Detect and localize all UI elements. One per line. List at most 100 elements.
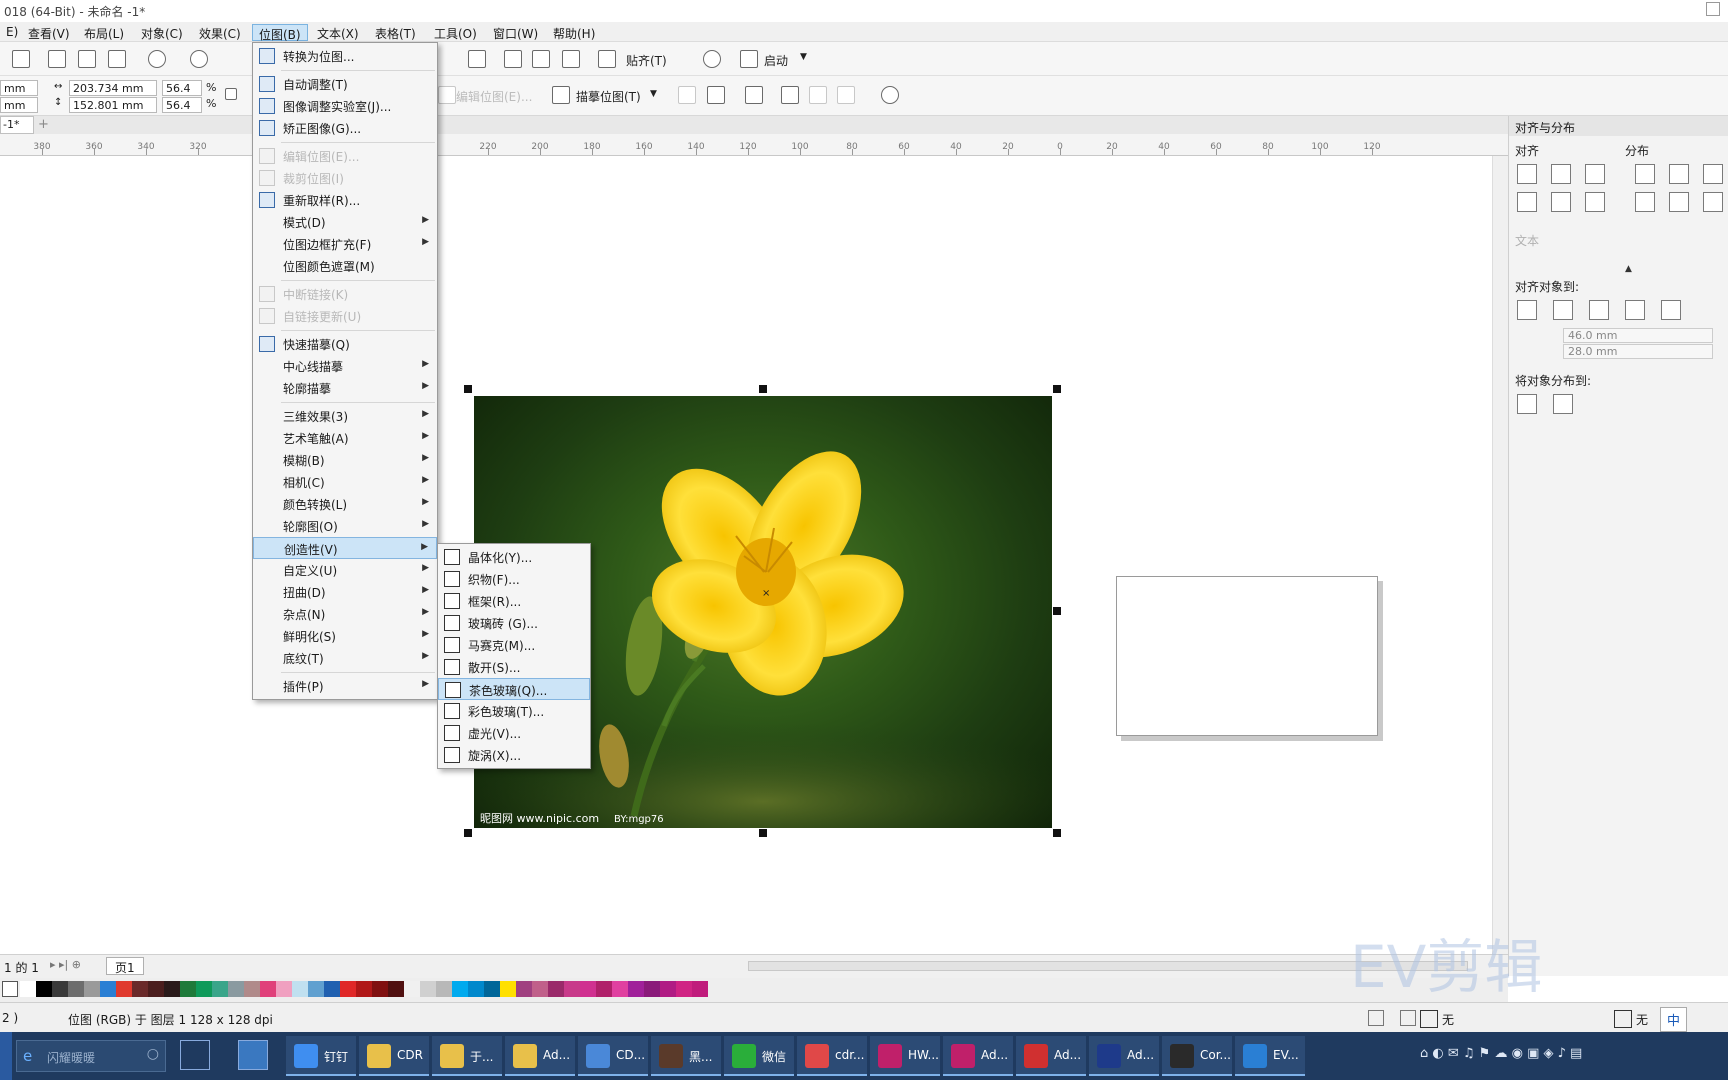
color-swatch[interactable] [116,981,132,997]
menu-2[interactable]: 布局(L) [78,24,130,41]
creative-menu-item[interactable]: 散开(S)... [438,656,590,678]
creative-menu-item[interactable]: 茶色玻璃(Q)... [438,678,590,700]
color-swatch[interactable] [404,981,420,997]
copy-icon[interactable] [78,50,96,68]
vertical-scrollbar[interactable] [1492,156,1508,954]
resize-handle-tl[interactable] [464,385,472,393]
color-swatch[interactable] [244,981,260,997]
undo-icon[interactable] [148,50,166,68]
color-swatch[interactable] [452,981,468,997]
guidelines-icon[interactable] [562,50,580,68]
taskbar-app[interactable]: 黑... [651,1036,721,1076]
color-swatch[interactable] [84,981,100,997]
lock-ratio-icon[interactable] [225,88,237,100]
trace-chevron-icon[interactable]: ▼ [650,89,657,99]
start-button[interactable] [0,1032,12,1080]
color-swatch[interactable] [644,981,660,997]
creative-menu-item[interactable]: 框架(R)... [438,590,590,612]
color-swatch[interactable] [164,981,180,997]
resize-handle-br[interactable] [1053,829,1061,837]
bitmaps-menu-item[interactable]: 自动调整(T) [253,73,437,95]
align-x-field[interactable]: 46.0 mm [1563,328,1713,343]
distribute-center-icon[interactable] [1669,164,1689,184]
color-swatch[interactable] [500,981,516,997]
taskbar-app[interactable]: 微信 [724,1036,794,1076]
align-y-field[interactable]: 28.0 mm [1563,344,1713,359]
color-swatch[interactable] [260,981,276,997]
bitmaps-menu-item[interactable]: 鲜明化(S) ▶ [253,625,437,647]
import-icon[interactable] [48,50,66,68]
bitmaps-menu-item[interactable]: 轮廓图(O) ▶ [253,515,437,537]
window-close-button[interactable] [1706,2,1720,16]
bitmaps-menu-item[interactable]: 相机(C) ▶ [253,471,437,493]
bitmaps-menu-item[interactable]: 中心线描摹 ▶ [253,355,437,377]
creative-menu-item[interactable]: 马赛克(M)... [438,634,590,656]
align-to-page-center-icon[interactable] [1589,300,1609,320]
creative-menu-item[interactable]: 晶体化(Y)... [438,546,590,568]
taskbar-app[interactable]: EV... [1235,1036,1305,1076]
taskbar-search-box[interactable]: e 闪耀暖暖 ○ [16,1040,166,1072]
distribute-left-icon[interactable] [1635,164,1655,184]
bitmaps-menu-item[interactable]: 模糊(B) ▶ [253,449,437,471]
align-center-h-icon[interactable] [1551,164,1571,184]
align-top-icon[interactable] [1517,192,1537,212]
taskbar-app[interactable]: Ad... [1089,1036,1159,1076]
align-to-grid-icon[interactable] [1625,300,1645,320]
color-swatch[interactable] [132,981,148,997]
color-swatch[interactable] [356,981,372,997]
bitmaps-menu-item[interactable]: 矫正图像(G)... [253,117,437,139]
x-position-field[interactable]: mm [0,80,38,96]
color-swatch[interactable] [148,981,164,997]
resize-handle-bl[interactable] [464,829,472,837]
menu-8[interactable]: 工具(O) [428,24,483,41]
resize-handle-tr[interactable] [1053,385,1061,393]
y-position-field[interactable]: mm [0,97,38,113]
taskbar-app[interactable]: Ad... [505,1036,575,1076]
menu-5[interactable]: 位图(B) [252,24,308,42]
wrap-text-icon[interactable] [781,86,799,104]
color-swatch[interactable] [676,981,692,997]
taskbar-app[interactable]: 钉钉 [286,1036,356,1076]
options-gear-icon[interactable] [703,50,721,68]
paste-icon[interactable] [108,50,126,68]
launch-chevron-icon[interactable]: ▼ [800,52,807,62]
ime-indicator[interactable]: 中 [1660,1007,1688,1032]
color-swatch[interactable] [596,981,612,997]
color-proof-icon[interactable] [1368,1010,1384,1026]
creative-menu-item[interactable]: 旋涡(X)... [438,744,590,766]
color-swatch[interactable] [388,981,404,997]
color-swatch[interactable] [324,981,340,997]
menu-6[interactable]: 文本(X) [311,24,365,41]
taskbar-app[interactable]: CDR [359,1036,429,1076]
full-screen-icon[interactable] [468,50,486,68]
bitmaps-menu-item[interactable]: 轮廓描摹 ▶ [253,377,437,399]
add-preset-icon[interactable] [881,86,899,104]
bitmaps-menu-item[interactable]: 位图颜色遮罩(M) [253,255,437,277]
color-swatch[interactable] [692,981,708,997]
color-swatch[interactable] [212,981,228,997]
bitmaps-menu-item[interactable]: 颜色转换(L) ▶ [253,493,437,515]
taskbar-app[interactable]: Ad... [1016,1036,1086,1076]
bitmaps-menu-item[interactable]: 重新取样(R)... [253,189,437,211]
align-center-v-icon[interactable] [1551,192,1571,212]
creative-menu-item[interactable]: 彩色玻璃(T)... [438,700,590,722]
trace-bitmap-icon[interactable] [552,86,570,104]
align-left-icon[interactable] [1517,164,1537,184]
color-swatch[interactable] [196,981,212,997]
color-swatch[interactable] [20,981,36,997]
align-to-point-icon[interactable] [1661,300,1681,320]
distribute-to-page-icon[interactable] [1553,394,1573,414]
color-swatch[interactable] [532,981,548,997]
color-swatch[interactable] [52,981,68,997]
menu-9[interactable]: 窗口(W) [487,24,544,41]
color-swatch[interactable] [612,981,628,997]
menu-10[interactable]: 帮助(H) [547,24,601,41]
launch-dropdown[interactable]: 启动 [764,52,788,69]
align-right-icon[interactable] [1585,164,1605,184]
menu-1[interactable]: 查看(V) [22,24,76,41]
distribute-bottom-icon[interactable] [1703,192,1723,212]
color-swatch[interactable] [660,981,676,997]
grid-icon[interactable] [532,50,550,68]
task-view-icon[interactable] [180,1040,210,1070]
taskbar-app[interactable]: cdr... [797,1036,867,1076]
